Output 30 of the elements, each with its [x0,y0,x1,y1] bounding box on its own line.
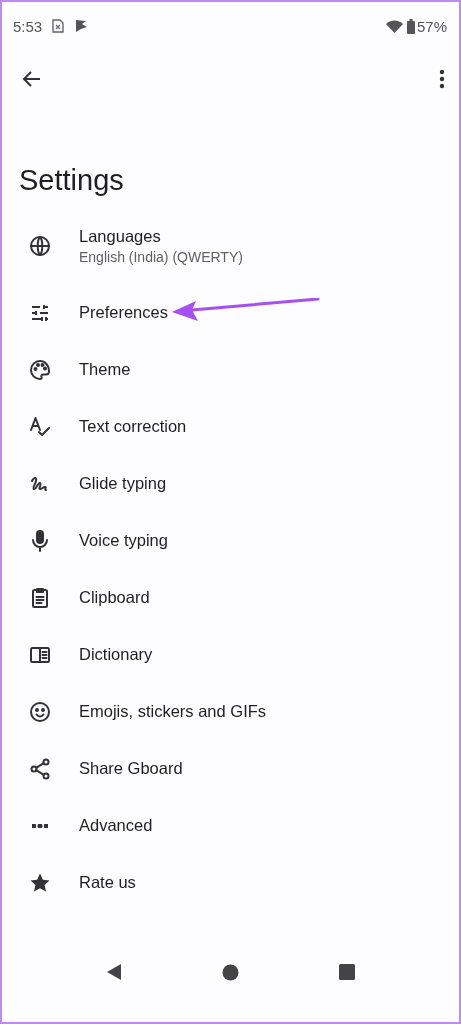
more-icon [32,823,48,828]
item-subtitle: English (India) (QWERTY) [79,249,243,265]
globe-icon [28,234,52,258]
settings-item[interactable]: Theme [2,341,459,398]
settings-item[interactable]: Voice typing [2,512,459,569]
smiley-icon [28,699,52,724]
wifi-icon [385,19,403,33]
page-title: Settings [19,163,125,198]
share-icon [28,756,52,781]
status-time: 5:53 [13,17,43,35]
settings-item[interactable]: Dictionary [2,626,459,683]
settings-item[interactable]: Rate us [2,854,459,911]
more-vertical-icon [439,68,445,90]
square-icon [339,964,355,980]
settings-item[interactable]: Text correction [2,398,459,455]
settings-item[interactable]: Advanced [2,797,459,854]
settings-item[interactable]: Languages English (India) (QWERTY) [2,208,459,284]
settings-item[interactable]: Glide typing [2,455,459,512]
sim-card-icon [52,19,65,33]
spellcheck-icon [28,414,52,439]
circle-icon [222,963,239,981]
settings-item[interactable]: Emojis, stickers and GIFs [2,683,459,740]
battery-icon [406,18,415,34]
palette-icon [28,357,52,382]
settings-item[interactable]: Preferences [2,284,459,341]
flag-icon [74,19,89,33]
settings-item[interactable]: Clipboard [2,569,459,626]
settings-item[interactable]: Share Gboard [2,740,459,797]
triangle-icon [106,963,122,981]
battery-percent: 57% [416,17,447,35]
